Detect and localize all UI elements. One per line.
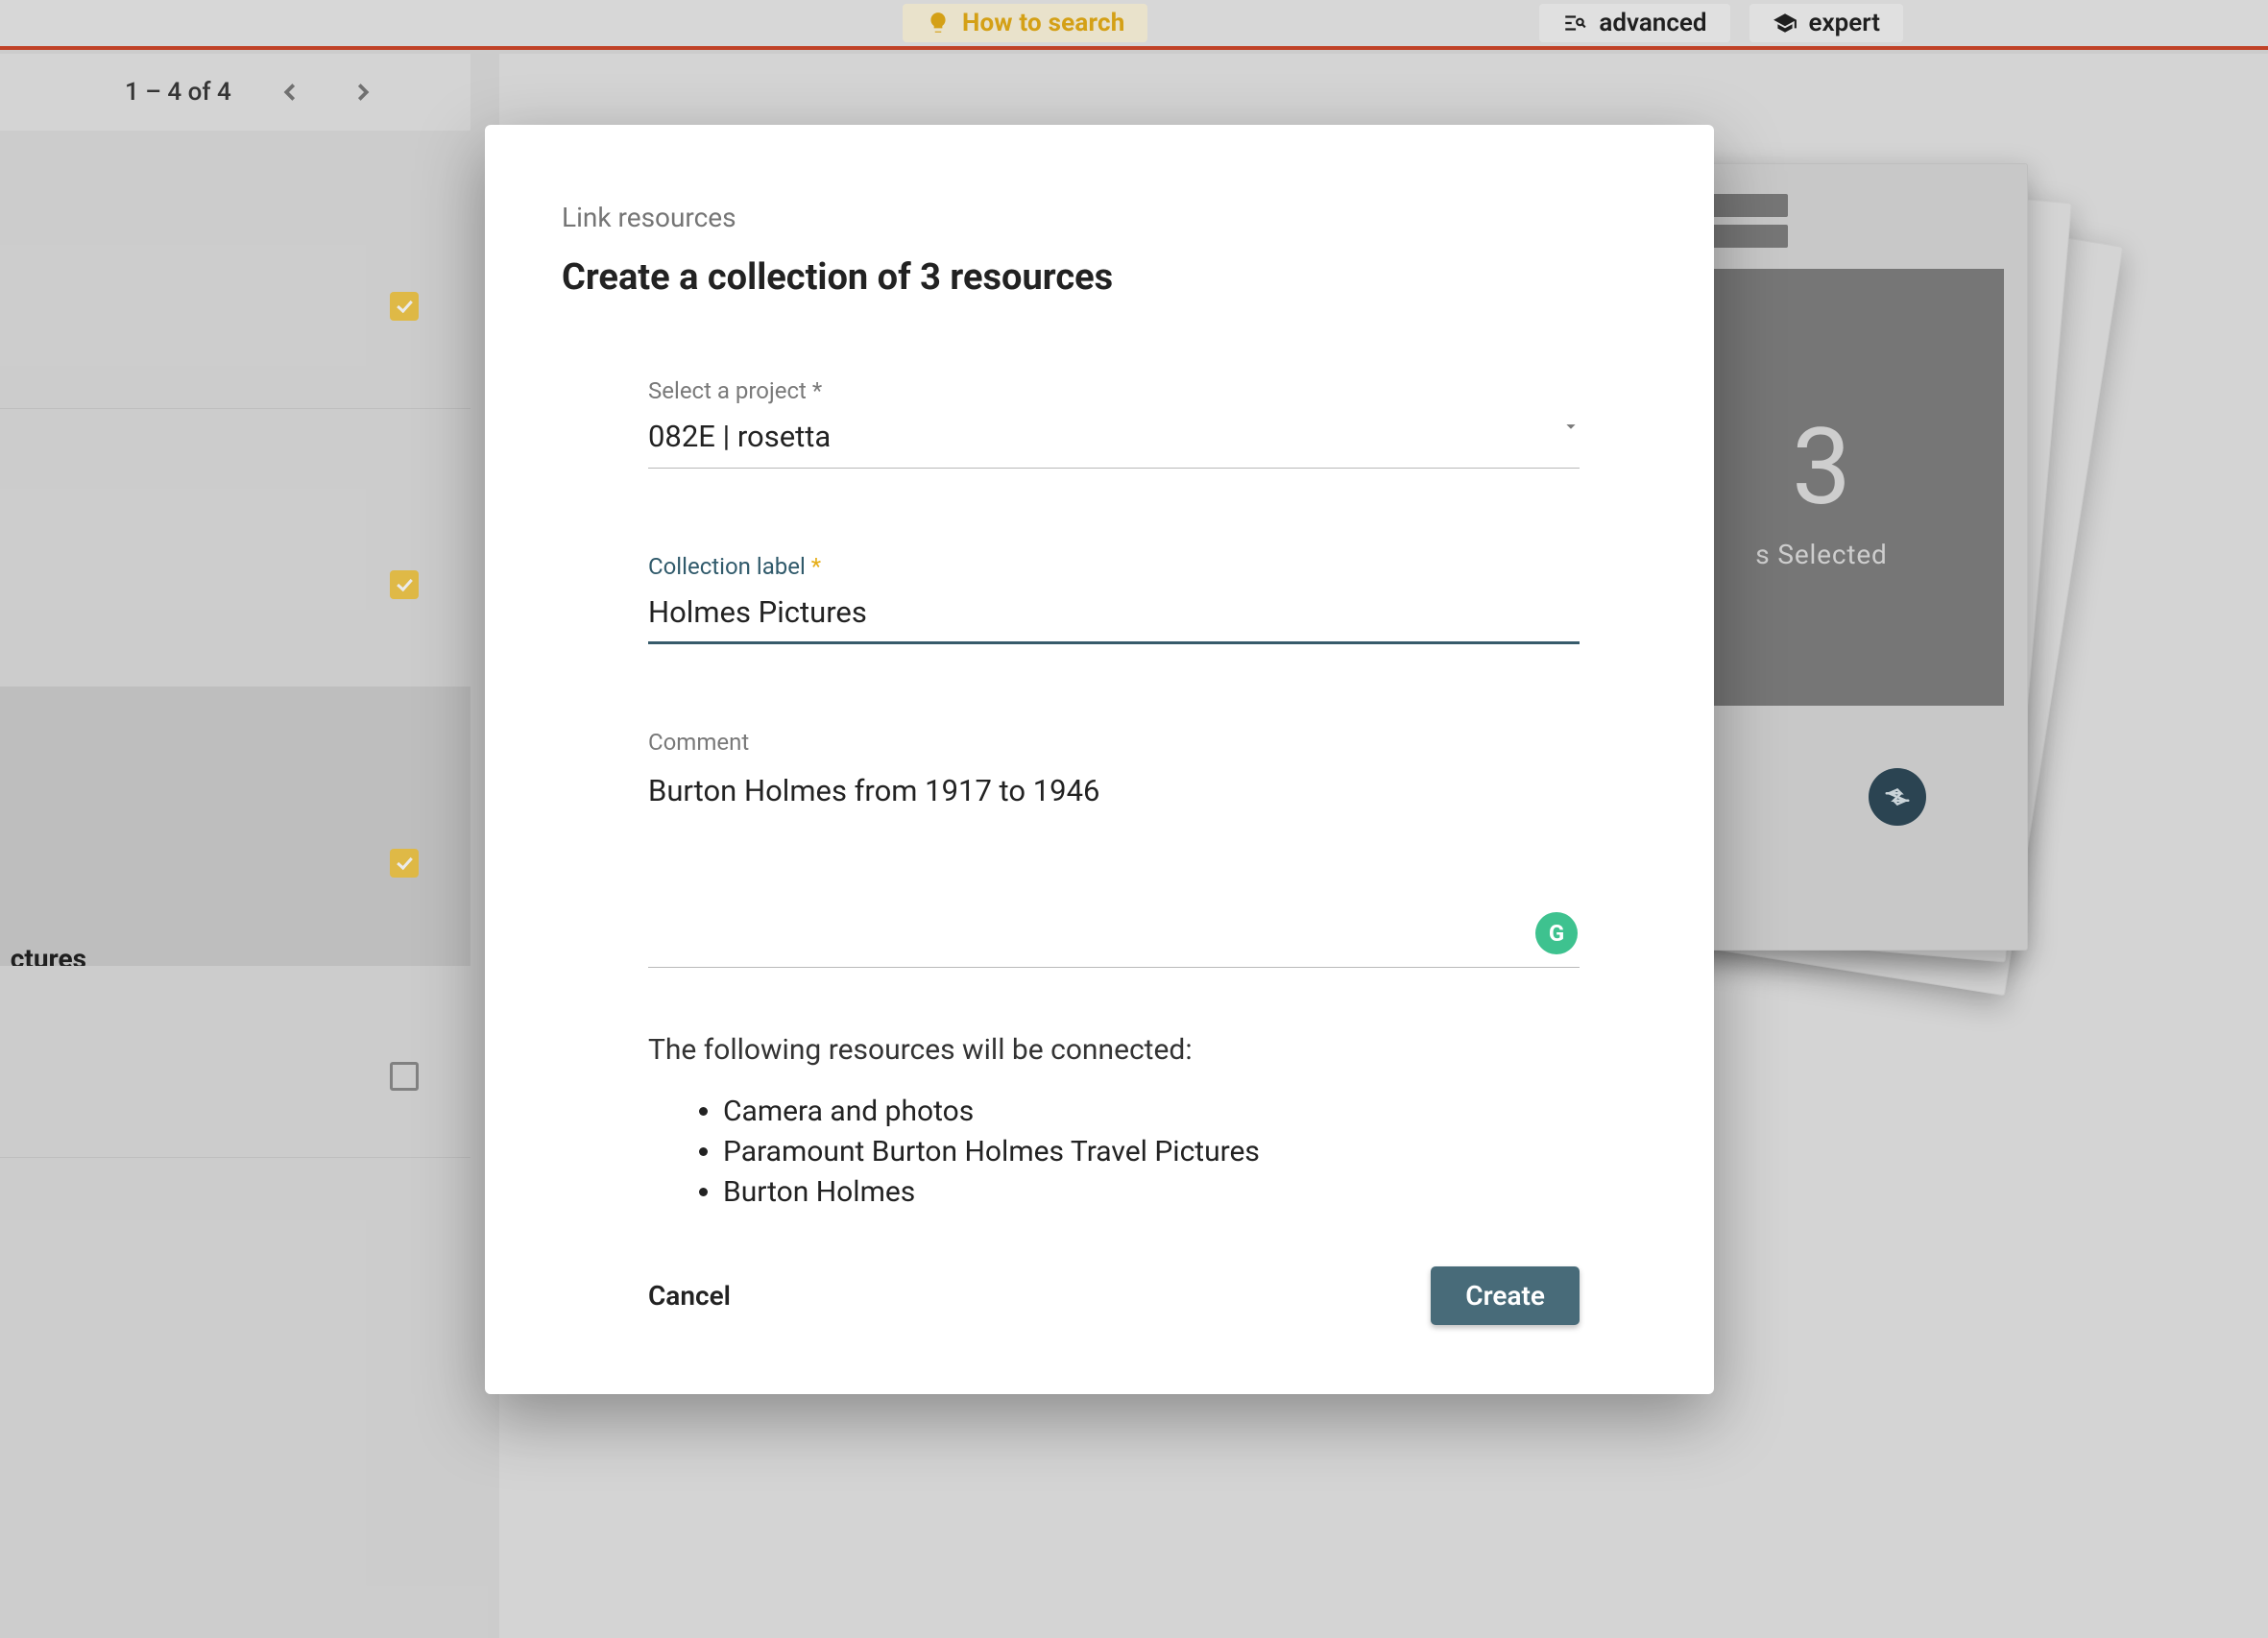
required-star-icon: *: [811, 553, 821, 580]
next-page-button[interactable]: [349, 78, 377, 107]
list-item[interactable]: [0, 966, 470, 1158]
list-item: Camera and photos: [723, 1092, 1580, 1132]
collection-label-text: Collection label: [648, 553, 811, 580]
project-select[interactable]: [648, 415, 1580, 469]
selection-count: 3: [1792, 405, 1851, 529]
dialog-actions: Cancel Create: [648, 1266, 1580, 1325]
advanced-search-button[interactable]: advanced: [1539, 4, 1729, 42]
list-item[interactable]: [0, 131, 470, 409]
graduation-cap-icon: [1773, 11, 1798, 36]
dialog-eyebrow: Link resources: [562, 202, 1637, 233]
connected-resources-list: Camera and photos Paramount Burton Holme…: [648, 1092, 1580, 1213]
expert-label: expert: [1809, 9, 1880, 37]
checkbox-on-icon[interactable]: [390, 292, 419, 321]
cancel-button[interactable]: Cancel: [648, 1280, 731, 1312]
collection-label-input[interactable]: [648, 590, 1580, 644]
create-collection-dialog: Link resources Create a collection of 3 …: [485, 125, 1714, 1394]
prev-page-button[interactable]: [276, 78, 304, 107]
dialog-form: Select a project * Collection label * Co…: [562, 377, 1637, 1325]
project-field-label: Select a project *: [648, 377, 1580, 404]
collection-label-field-label: Collection label *: [648, 553, 1580, 580]
pagination-text: 1 – 4 of 4: [125, 78, 231, 107]
checkbox-off-icon[interactable]: [390, 1062, 419, 1091]
list-item: Burton Holmes: [723, 1172, 1580, 1213]
collection-label-field[interactable]: Collection label *: [648, 553, 1580, 644]
how-to-search-button[interactable]: How to search: [903, 4, 1147, 42]
connected-resources-heading: The following resources will be connecte…: [648, 1033, 1580, 1067]
comment-textarea[interactable]: [648, 766, 1580, 968]
topbar: How to search advanced expert: [0, 0, 2268, 50]
list-item[interactable]: [0, 409, 470, 687]
project-field[interactable]: Select a project *: [648, 377, 1580, 469]
comment-field-label: Comment: [648, 729, 1580, 756]
grammarly-icon[interactable]: G: [1535, 912, 1578, 954]
chevron-down-icon: [1560, 416, 1581, 437]
create-button[interactable]: Create: [1431, 1266, 1580, 1325]
checkbox-on-icon[interactable]: [390, 849, 419, 878]
list-item[interactable]: ctures: [0, 687, 470, 966]
lightbulb-icon: [926, 11, 951, 36]
advanced-label: advanced: [1599, 9, 1706, 37]
results-list: ctures: [0, 131, 470, 1158]
advanced-search-icon: [1562, 11, 1587, 36]
dialog-title: Create a collection of 3 resources: [562, 256, 1637, 299]
expert-search-button[interactable]: expert: [1749, 4, 1903, 42]
selection-text: s Selected: [1755, 539, 1887, 570]
comment-field[interactable]: Comment G: [648, 729, 1580, 972]
link-resources-fab[interactable]: [1869, 768, 1926, 826]
pagination-strip: 1 – 4 of 4: [0, 54, 470, 131]
list-item: Paramount Burton Holmes Travel Pictures: [723, 1132, 1580, 1172]
how-to-search-label: How to search: [962, 9, 1124, 37]
checkbox-on-icon[interactable]: [390, 570, 419, 599]
